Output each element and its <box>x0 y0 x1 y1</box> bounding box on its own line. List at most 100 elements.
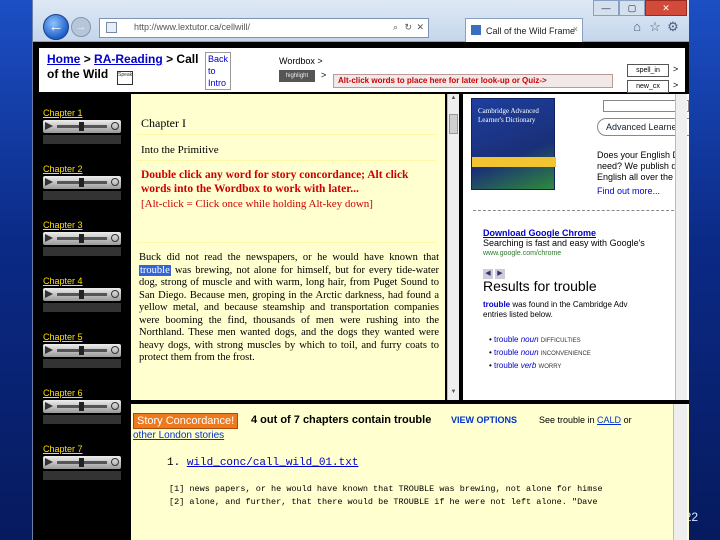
search-icon[interactable]: ⌕ <box>393 22 398 33</box>
concordance-line: [1] news papers, or he would have known … <box>169 484 603 494</box>
browser-window: ← → http://www.lextutor.ca/cellwill/ ⌕ ↻… <box>32 0 689 540</box>
maximize-button[interactable]: ▢ <box>619 0 645 16</box>
play-icon[interactable] <box>45 402 53 410</box>
audio-slider-knob[interactable] <box>79 346 84 355</box>
ad-nav: ◀ ▶ <box>483 262 507 279</box>
player-base <box>43 135 121 144</box>
back-to-intro-link[interactable]: Back to Intro <box>205 52 231 90</box>
scroll-down-icon[interactable]: ▼ <box>449 389 458 399</box>
play-icon[interactable] <box>45 290 53 298</box>
find-out-more-link[interactable]: Find out more... <box>597 186 660 196</box>
other-stories-link[interactable]: other London stories <box>133 430 224 441</box>
home-icon[interactable]: ⌂ <box>629 19 645 35</box>
google-ad-title[interactable]: Download Google Chrome <box>483 228 596 238</box>
audio-slider-knob[interactable] <box>79 402 84 411</box>
volume-icon[interactable] <box>111 458 119 466</box>
wordbox-field[interactable]: Alt-click words to place here for later … <box>333 74 613 88</box>
play-icon[interactable] <box>45 122 53 130</box>
story-text[interactable]: Buck did not read the newspapers, or he … <box>139 252 439 365</box>
minimize-button[interactable]: — <box>593 0 619 16</box>
close-button[interactable]: ✕ <box>645 0 687 16</box>
dictionary-scrollbar[interactable] <box>675 94 687 400</box>
play-icon[interactable] <box>45 178 53 186</box>
chapter-link[interactable]: Chapter 7 <box>43 444 121 455</box>
concordance-file: 1. wild_conc/call_wild_01.txt <box>167 457 359 469</box>
audio-slider-knob[interactable] <box>79 178 84 187</box>
volume-icon[interactable] <box>111 178 119 186</box>
wordbox-label: Wordbox > <box>279 56 323 66</box>
tab-title: Call of the Wild Frame <box>486 26 576 36</box>
chapter-link[interactable]: Chapter 3 <box>43 220 121 231</box>
result-entry[interactable]: trouble noun INCONVENIENCE <box>489 347 591 360</box>
audio-player[interactable] <box>43 232 121 245</box>
address-bar[interactable]: http://www.lextutor.ca/cellwill/ ⌕ ↻ ✕ <box>99 18 429 38</box>
scroll-up-icon[interactable]: ▲ <box>449 95 458 105</box>
new-button[interactable]: new_cx <box>627 80 669 93</box>
chapter-link[interactable]: Chapter 5 <box>43 332 121 343</box>
reader-scrollbar[interactable]: ▲ ▼ <box>447 94 459 400</box>
highlight-arrow[interactable]: > <box>321 70 326 80</box>
gear-icon[interactable]: ⚙ <box>665 19 681 35</box>
stop-icon[interactable]: ✕ <box>416 22 424 33</box>
tab-close-icon[interactable]: × <box>573 24 578 34</box>
chapter-item: Chapter 4 <box>43 276 121 312</box>
play-icon[interactable] <box>45 234 53 242</box>
refresh-icon[interactable]: ↻ <box>404 22 412 33</box>
result-entry[interactable]: trouble noun DIFFICULTIES <box>489 334 591 347</box>
star-icon[interactable]: ☆ <box>647 19 663 35</box>
tab-call-of-the-wild[interactable]: Call of the Wild Frame × <box>465 18 583 42</box>
volume-icon[interactable] <box>111 402 119 410</box>
new-arrow[interactable]: > <box>673 80 678 90</box>
chapter-link[interactable]: Chapter 4 <box>43 276 121 287</box>
volume-icon[interactable] <box>111 234 119 242</box>
ra-reading-link[interactable]: RA-Reading <box>94 52 163 66</box>
concordance-pane: Story Concordance! 4 out of 7 chapters c… <box>131 404 689 540</box>
story-reader: Chapter I Into the Primitive Double clic… <box>131 94 445 400</box>
selected-word[interactable]: trouble <box>139 264 171 276</box>
back-button[interactable]: ← <box>43 14 69 40</box>
cald-link[interactable]: CALD <box>597 415 621 425</box>
audio-player[interactable] <box>43 176 121 189</box>
audio-player[interactable] <box>43 344 121 357</box>
dictionary-cover-image[interactable]: Cambridge Advanced Learner's Dictionary <box>471 98 556 190</box>
audio-player[interactable] <box>43 288 121 301</box>
divider <box>137 134 437 135</box>
player-base <box>43 191 121 200</box>
audio-player[interactable] <box>43 456 121 469</box>
player-base <box>43 415 121 424</box>
concordance-scrollbar[interactable] <box>673 404 687 540</box>
chapter-link[interactable]: Chapter 6 <box>43 388 121 399</box>
scroll-thumb[interactable] <box>449 114 458 134</box>
view-options-link[interactable]: VIEW OPTIONS <box>451 415 517 425</box>
audio-slider-knob[interactable] <box>79 234 84 243</box>
forward-button[interactable]: → <box>71 17 91 37</box>
chapter-item: Chapter 2 <box>43 164 121 200</box>
audio-slider-knob[interactable] <box>79 458 84 467</box>
audio-player[interactable] <box>43 120 121 133</box>
volume-icon[interactable] <box>111 290 119 298</box>
play-icon[interactable] <box>45 458 53 466</box>
concordance-file-link[interactable]: wild_conc/call_wild_01.txt <box>187 457 359 469</box>
highlight-button[interactable]: highlight <box>279 70 315 82</box>
player-base <box>43 247 121 256</box>
audio-slider-knob[interactable] <box>79 122 84 131</box>
chapter-heading: Chapter I <box>141 116 186 130</box>
result-entry[interactable]: trouble verb WORRY <box>489 360 591 373</box>
spell-button[interactable]: spell_in <box>627 64 669 77</box>
volume-icon[interactable] <box>111 346 119 354</box>
google-ad-url[interactable]: www.google.com/chrome <box>483 250 561 257</box>
speak-button[interactable]: Speak <box>117 71 133 85</box>
player-base <box>43 359 121 368</box>
chapter-link[interactable]: Chapter 2 <box>43 164 121 175</box>
chapter-link[interactable]: Chapter 1 <box>43 108 121 119</box>
chapter-subtitle: Into the Primitive <box>141 144 219 156</box>
audio-player[interactable] <box>43 400 121 413</box>
play-icon[interactable] <box>45 346 53 354</box>
home-link[interactable]: Home <box>47 52 80 66</box>
browser-toolbar: ← → http://www.lextutor.ca/cellwill/ ⌕ ↻… <box>33 0 689 42</box>
volume-icon[interactable] <box>111 122 119 130</box>
window-controls: — ▢ ✕ <box>593 0 689 16</box>
spell-arrow[interactable]: > <box>673 64 678 74</box>
chapter-item: Chapter 5 <box>43 332 121 368</box>
audio-slider-knob[interactable] <box>79 290 84 299</box>
